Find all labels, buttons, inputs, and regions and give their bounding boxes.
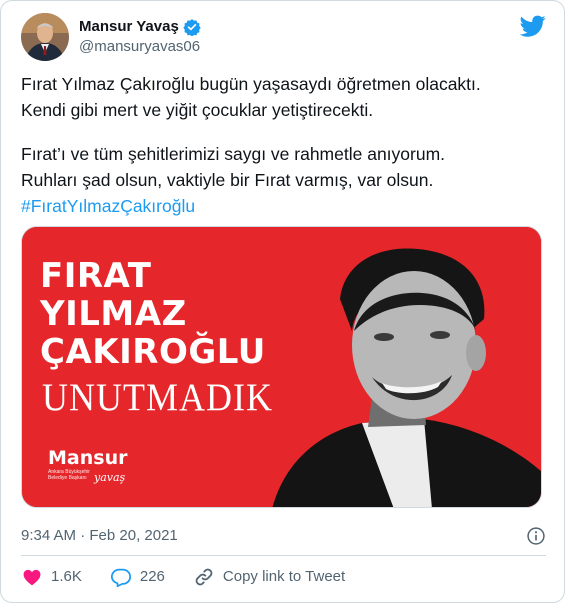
logo-subtitle: Ankara Büyükşehir Belediye Başkanı — [48, 469, 90, 481]
author-name-link[interactable]: Mansur Yavaş — [79, 17, 201, 37]
tweet-text-line: Fırat’ı ve tüm şehitlerimizi saygı ve ra… — [21, 144, 446, 164]
tweet-text: Fırat Yılmaz Çakıroğlu bugün yaşasaydı ö… — [21, 71, 546, 219]
author-block: Mansur Yavaş @mansuryavas06 — [79, 17, 201, 57]
tweet-card: Mansur Yavaş @mansuryavas06 Fırat Yılmaz… — [0, 0, 565, 603]
copy-link-button[interactable]: Copy link to Tweet — [193, 566, 345, 588]
tweet-timestamp[interactable]: 9:34 AM · Feb 20, 2021 — [21, 527, 178, 544]
divider — [21, 555, 546, 556]
tweet-text-line: Ruhları şad olsun, vaktiyle bir Fırat va… — [21, 170, 434, 190]
hashtag-link[interactable]: #FıratYılmazÇakıroğlu — [21, 196, 195, 216]
reply-count: 226 — [139, 568, 165, 585]
media-title-line: ÇAKIROĞLU — [40, 332, 266, 372]
tweet-actions: 1.6K 226 Copy link to Tweet — [21, 563, 373, 591]
mansur-yavas-logo: Mansur Ankara Büyükşehir Belediye Başkan… — [48, 447, 128, 484]
media-title: FIRAT YILMAZ ÇAKIROĞLU — [40, 257, 266, 371]
tweet-text-line: Kendi gibi mert ve yiğit çocuklar yetişt… — [21, 100, 374, 120]
tweet-meta: 9:34 AM · Feb 20, 2021 — [21, 525, 546, 547]
logo-signature: yavaş — [94, 471, 126, 484]
logo-name: Mansur — [48, 447, 128, 469]
avatar[interactable] — [21, 13, 69, 61]
twitter-bird-icon[interactable] — [520, 13, 546, 39]
media-title-line: YILMAZ — [40, 294, 187, 334]
verified-badge-icon — [183, 19, 201, 36]
media-title-line: FIRAT — [40, 256, 152, 296]
reply-button[interactable]: 226 — [110, 566, 165, 588]
link-icon — [195, 568, 213, 586]
author-display-name: Mansur Yavaş — [79, 18, 179, 35]
like-count: 1.6K — [51, 568, 82, 585]
author-handle[interactable]: @mansuryavas06 — [79, 37, 201, 57]
tweet-text-line: Fırat Yılmaz Çakıroğlu bugün yaşasaydı ö… — [21, 74, 481, 94]
reply-bubble-icon — [110, 568, 131, 588]
heart-icon — [23, 569, 41, 586]
tweet-header: Mansur Yavaş @mansuryavas06 — [21, 13, 546, 61]
avatar-image — [21, 13, 69, 61]
copy-link-label: Copy link to Tweet — [222, 568, 346, 585]
tweet-media-image[interactable]: FIRAT YILMAZ ÇAKIROĞLU UNUTMADIK Mansur … — [21, 226, 542, 508]
info-icon[interactable] — [526, 526, 546, 546]
like-button[interactable]: 1.6K — [21, 566, 82, 588]
media-subtitle: UNUTMADIK — [42, 375, 273, 419]
